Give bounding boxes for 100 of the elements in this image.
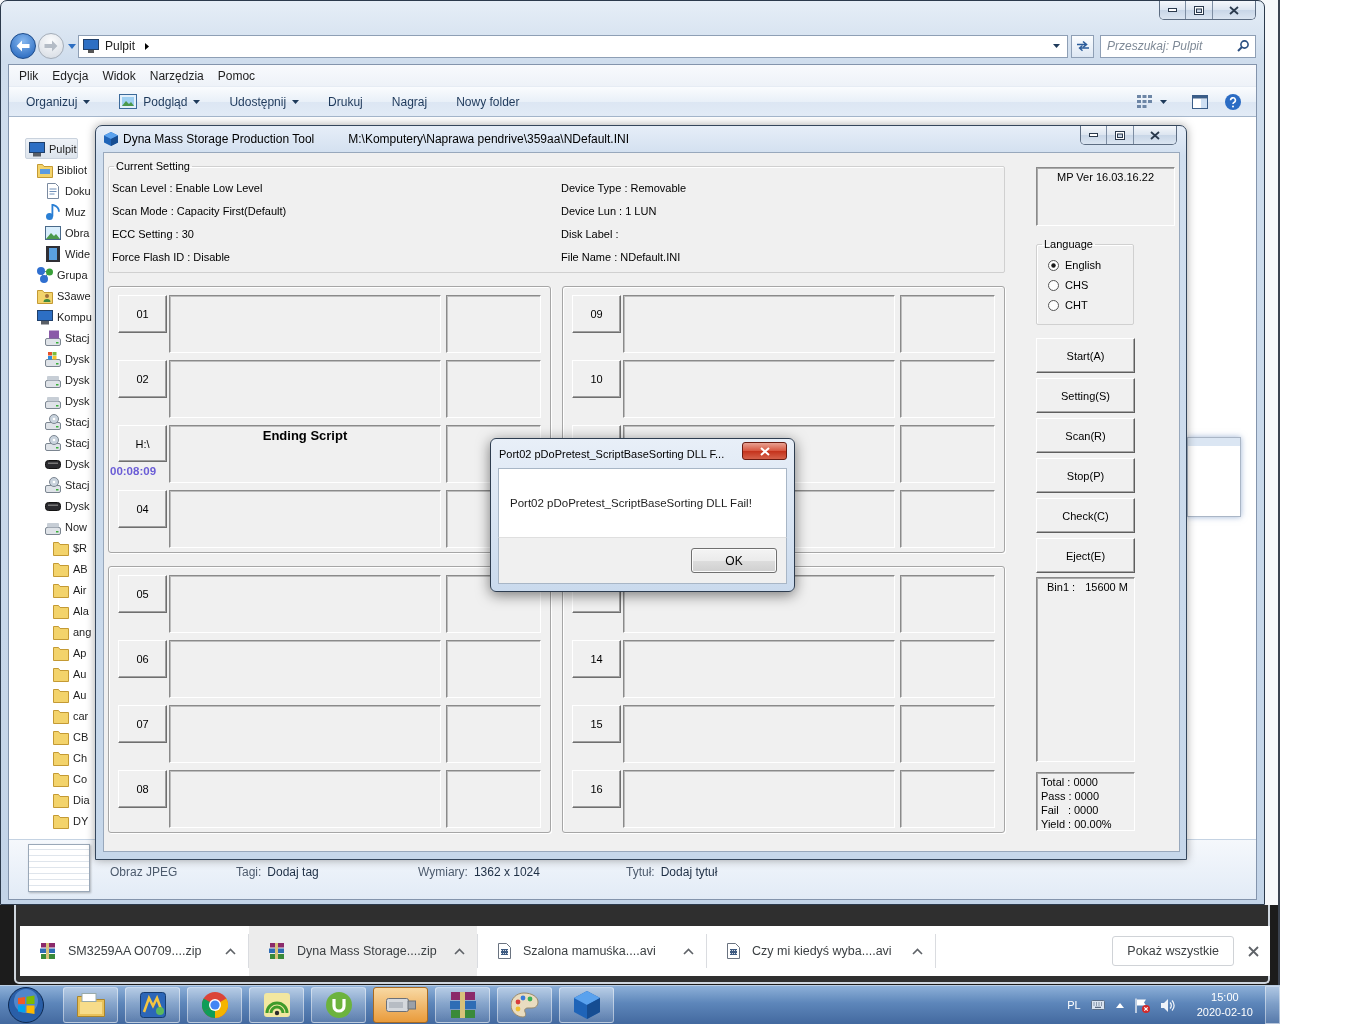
nav-item[interactable]: CB (49, 726, 90, 747)
radio-icon[interactable] (1048, 279, 1059, 291)
menu-item[interactable]: Edycja (45, 68, 96, 83)
menu-item[interactable]: Plik (12, 68, 46, 83)
action-button[interactable]: Stop(P) (1036, 458, 1135, 493)
chevron-up-icon[interactable] (912, 947, 923, 955)
caret-icon[interactable] (1053, 44, 1060, 48)
nav-item[interactable]: DY (49, 810, 90, 831)
speaker-icon[interactable] (1160, 998, 1176, 1012)
nav-item[interactable]: Dysk (41, 495, 91, 516)
property-value[interactable]: Dodaj tag (267, 865, 319, 879)
nav-item[interactable]: Au (49, 663, 88, 684)
chevron-up-icon[interactable] (454, 947, 465, 955)
nav-item[interactable]: Now (41, 516, 88, 537)
property-value[interactable]: 1362 x 1024 (473, 865, 540, 879)
download-item[interactable]: Dyna Mass Storage....zip (249, 926, 477, 976)
folder-icon (53, 770, 69, 787)
nav-item[interactable]: Dysk (41, 390, 91, 411)
address-bar[interactable]: Pulpit (78, 34, 1068, 58)
menu-item[interactable]: Pomoc (210, 68, 263, 83)
nav-item[interactable]: Co (49, 768, 89, 789)
back-button[interactable] (10, 33, 36, 59)
download-item[interactable]: SM3259AA O0709....zip (20, 926, 248, 976)
nav-item[interactable]: Dysk (41, 369, 91, 390)
nav-item[interactable]: Stacj (41, 327, 91, 348)
download-item[interactable]: Czy mi kiedyś wyba....avi (707, 926, 935, 976)
nav-item[interactable]: Ala (49, 600, 90, 621)
language-option[interactable]: English (1048, 255, 1130, 275)
toolbar-button[interactable]: Udostępnij (220, 89, 309, 114)
port-label: 10 (572, 360, 621, 398)
toolbar-button[interactable]: Organizuj (17, 89, 100, 114)
nav-item[interactable]: $R (49, 537, 89, 558)
radio-icon[interactable] (1048, 259, 1059, 271)
nav-item[interactable]: Au (49, 684, 88, 705)
maximize-button[interactable] (1185, 1, 1212, 19)
action-button[interactable]: Eject(E) (1036, 538, 1135, 573)
show-desktop-button[interactable] (1265, 986, 1280, 1024)
nav-item[interactable]: Stacj (41, 474, 91, 495)
nav-item[interactable]: car (49, 705, 90, 726)
breadcrumb-item[interactable]: Pulpit (105, 39, 136, 53)
download-item[interactable]: Szalona mamuśka....avi (478, 926, 706, 976)
usb-drive-icon (385, 998, 416, 1012)
flag-icon[interactable] (1134, 997, 1150, 1013)
search-icon[interactable] (1237, 39, 1249, 52)
search-field[interactable]: Przeszukaj: Pulpit (1100, 34, 1256, 58)
nav-item[interactable]: Muz (41, 201, 87, 222)
folder-icon (53, 791, 69, 808)
action-button[interactable]: Check(C) (1036, 498, 1135, 533)
nav-item[interactable]: Dysk (41, 348, 91, 369)
toolbar-button[interactable]: Drukuj (319, 89, 372, 114)
minimize-button[interactable] (1160, 1, 1185, 19)
clock-button[interactable]: 15:00 2020-02-10 (1190, 987, 1259, 1023)
language-option[interactable]: CHS (1048, 275, 1130, 295)
close-icon (1247, 945, 1259, 957)
chevron-up-icon[interactable] (225, 947, 236, 955)
nav-item[interactable]: Dia (49, 789, 91, 810)
nav-item[interactable]: Stacj (41, 411, 91, 432)
close-button[interactable] (742, 442, 787, 460)
nav-item[interactable]: Ap (49, 642, 88, 663)
taskbar-button[interactable] (373, 987, 428, 1023)
menu-item[interactable]: Widok (95, 68, 143, 83)
close-button[interactable] (1133, 126, 1176, 144)
nav-item[interactable]: Wide (41, 243, 92, 264)
statistic-text: Yield : 00.00% (1041, 817, 1112, 831)
toolbar-button[interactable]: Nowy folder (447, 89, 529, 114)
nav-item[interactable]: Doku (41, 180, 92, 201)
nav-item[interactable]: ang (49, 621, 93, 642)
nav-item[interactable]: S3awe (33, 285, 92, 306)
chevron-up-icon[interactable] (1115, 1002, 1124, 1008)
action-button[interactable]: Setting(S) (1036, 378, 1135, 413)
action-button[interactable]: Scan(R) (1036, 418, 1135, 453)
show-all-button[interactable]: Pokaż wszystkie (1112, 936, 1234, 966)
nav-item[interactable]: Ch (49, 747, 89, 768)
keyboard-icon[interactable] (1090, 1000, 1105, 1010)
input-language-indicator[interactable]: PL (1067, 999, 1081, 1011)
nav-item[interactable]: Obra (41, 222, 91, 243)
maximize-icon (1194, 5, 1204, 15)
property-value[interactable]: Dodaj tytuł (660, 865, 718, 879)
nav-item[interactable]: Stacj (41, 432, 91, 453)
toolbar-button[interactable]: Podgląd (110, 89, 210, 114)
language-option[interactable]: CHT (1048, 295, 1130, 315)
user-folder-icon (37, 287, 53, 304)
nav-item[interactable]: Pulpit (25, 138, 78, 159)
toolbar-button[interactable]: Nagraj (382, 89, 437, 114)
action-button[interactable]: Start(A) (1036, 338, 1135, 373)
nav-item[interactable]: Dysk (41, 453, 91, 474)
minimize-button[interactable] (1081, 126, 1106, 144)
close-button[interactable] (1212, 1, 1255, 19)
nav-item[interactable]: Kompu (33, 306, 93, 327)
nav-item[interactable]: AB (49, 558, 89, 579)
nav-item[interactable]: Air (49, 579, 88, 600)
start-button[interactable] (6, 986, 46, 1024)
maximize-button[interactable] (1106, 126, 1133, 144)
chevron-up-icon[interactable] (683, 947, 694, 955)
radio-icon[interactable] (1048, 299, 1059, 311)
nav-item[interactable]: Bibliot (33, 159, 88, 180)
refresh-button[interactable] (1071, 34, 1094, 58)
ok-button[interactable]: OK (691, 548, 777, 573)
menu-item[interactable]: Narzędzia (142, 68, 211, 83)
nav-item[interactable]: Grupa (33, 264, 89, 285)
